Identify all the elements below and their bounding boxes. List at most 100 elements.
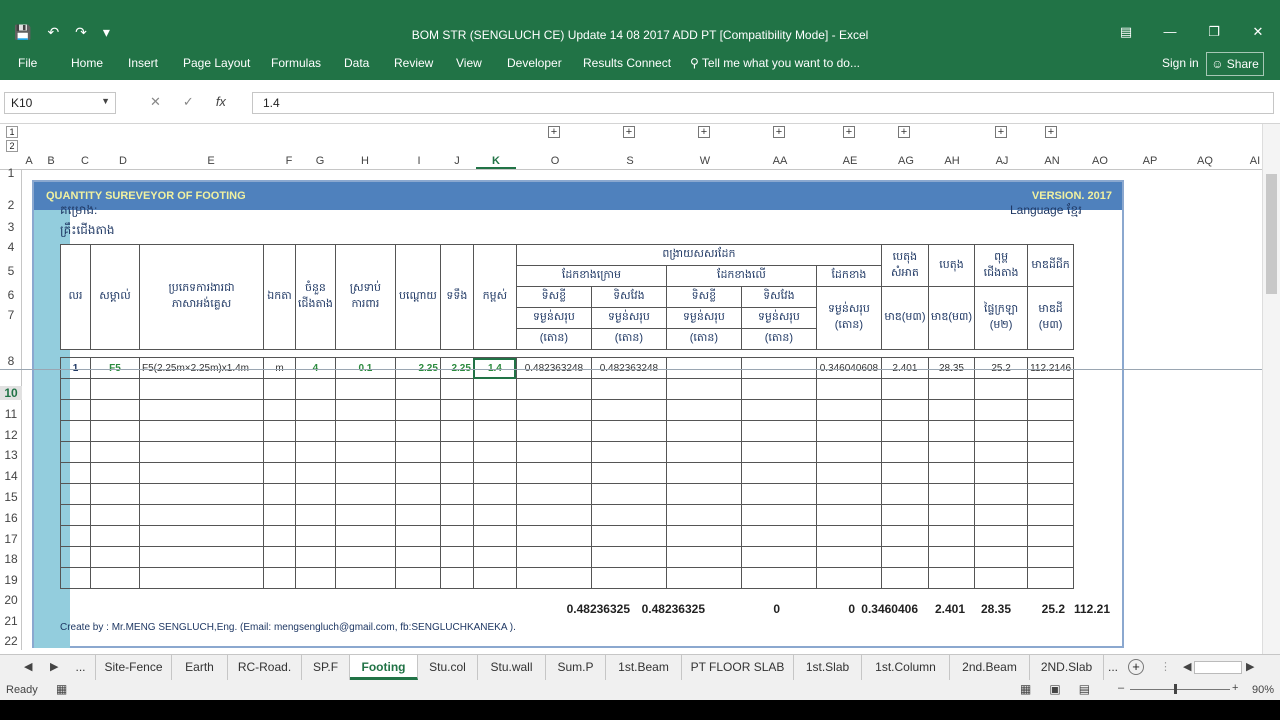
total-soil[interactable]: 112.21	[1045, 602, 1110, 616]
column-header[interactable]: AG	[896, 155, 916, 167]
sheet-tab[interactable]: RC-Road.	[228, 655, 302, 680]
table-row[interactable]	[60, 546, 1075, 568]
table-row[interactable]	[60, 525, 1075, 547]
expand-group-icon[interactable]: +	[898, 126, 910, 138]
expand-group-icon[interactable]: +	[1045, 126, 1057, 138]
column-header[interactable]: AA	[770, 155, 790, 167]
cell-no[interactable]: 1	[60, 357, 91, 379]
sign-in-link[interactable]: Sign in	[1162, 56, 1199, 70]
outline-level-1[interactable]: 1	[6, 126, 18, 138]
table-row[interactable]	[60, 483, 1075, 505]
tab-results-connect[interactable]: Results Connect	[583, 56, 671, 70]
table-row[interactable]	[60, 567, 1075, 589]
column-header-active[interactable]: K	[476, 155, 516, 169]
sheet-tab[interactable]: 1st.Beam	[606, 655, 682, 680]
table-row[interactable]	[60, 441, 1075, 463]
sheet-tab[interactable]: Sum.P	[546, 655, 606, 680]
tab-formulas[interactable]: Formulas	[271, 56, 321, 70]
tab-insert[interactable]: Insert	[128, 56, 158, 70]
chevron-down-icon[interactable]: ▼	[101, 96, 110, 106]
column-header[interactable]: A	[24, 155, 34, 167]
column-header[interactable]: D	[116, 155, 130, 167]
column-header[interactable]: AJ	[992, 155, 1012, 167]
sheet-tab[interactable]: 1st.Column	[862, 655, 950, 680]
cell-bottom-short[interactable]: 0.482363248	[515, 357, 592, 379]
cell-width[interactable]: 2.25	[439, 357, 474, 379]
expand-group-icon[interactable]: +	[698, 126, 710, 138]
sheet-tab-more[interactable]: ...	[1104, 655, 1122, 680]
cell-length[interactable]: 2.25	[394, 357, 441, 379]
sheet-tab[interactable]: 2ND.Slab	[1030, 655, 1104, 680]
zoom-out-icon[interactable]: –	[1118, 682, 1124, 694]
table-row[interactable]	[60, 420, 1075, 442]
vertical-scrollbar[interactable]	[1262, 124, 1280, 654]
hscroll-left-icon[interactable]: ◀	[1183, 660, 1191, 673]
column-header[interactable]: AO	[1090, 155, 1110, 167]
enter-icon[interactable]: ✓	[183, 94, 194, 110]
column-header[interactable]: AP	[1140, 155, 1160, 167]
zoom-level[interactable]: 90%	[1252, 684, 1274, 696]
sheet-tab[interactable]: PT FLOOR SLAB	[682, 655, 794, 680]
macro-record-icon[interactable]: ▦	[56, 682, 67, 696]
language-selector[interactable]: Language ខ្មែរ	[1010, 202, 1082, 220]
row-header[interactable]: 15	[0, 490, 22, 504]
row-header[interactable]: 17	[0, 532, 22, 546]
cancel-icon[interactable]: ✕	[150, 94, 161, 110]
worksheet[interactable]: QUANTITY SUREVEYOR OF FOOTING VERSION. 2…	[22, 170, 1262, 650]
row-header[interactable]: 18	[0, 552, 22, 566]
share-button[interactable]: ☺ Share	[1206, 52, 1264, 76]
sheet-tab[interactable]: SP.F	[302, 655, 350, 680]
row-header[interactable]: 5	[0, 264, 22, 278]
cell-unit[interactable]: m	[263, 357, 296, 379]
expand-group-icon[interactable]: +	[773, 126, 785, 138]
column-header[interactable]: AI	[1248, 155, 1262, 167]
insert-function-icon[interactable]: fx	[216, 94, 226, 110]
outline-level-2[interactable]: 2	[6, 140, 18, 152]
row-header[interactable]: 22	[0, 634, 22, 648]
ribbon-display-icon[interactable]: ▤	[1104, 24, 1148, 40]
column-header[interactable]: S	[623, 155, 637, 167]
tell-me-search[interactable]: ⚲ Tell me what you want to do...	[690, 56, 860, 70]
hscroll-right-icon[interactable]: ▶	[1246, 660, 1254, 673]
tab-home[interactable]: Home	[71, 56, 103, 70]
row-header[interactable]: 6	[0, 288, 22, 302]
column-header[interactable]: G	[313, 155, 327, 167]
cell-height-selected[interactable]: 1.4	[472, 357, 517, 379]
expand-group-icon[interactable]: +	[548, 126, 560, 138]
sheet-tab[interactable]: 1st.Slab	[794, 655, 862, 680]
row-header[interactable]: 13	[0, 448, 22, 462]
cell-top-long[interactable]	[740, 357, 817, 379]
column-header[interactable]: H	[358, 155, 372, 167]
column-header[interactable]: W	[698, 155, 712, 167]
expand-group-icon[interactable]: +	[843, 126, 855, 138]
cell-side[interactable]: 0.346040608	[815, 357, 882, 379]
tab-scroll-right-icon[interactable]: ▶	[50, 660, 58, 673]
column-header[interactable]: B	[44, 155, 58, 167]
sheet-tab-active[interactable]: Footing	[350, 655, 418, 680]
sheet-tab[interactable]: Stu.col	[418, 655, 478, 680]
tab-page-layout[interactable]: Page Layout	[183, 56, 250, 70]
horizontal-scrollbar[interactable]	[1194, 661, 1242, 674]
row-header[interactable]: 11	[0, 407, 22, 421]
tab-file[interactable]: File	[18, 56, 37, 70]
cell-thickness[interactable]: 0.1	[334, 357, 396, 379]
name-box[interactable]: K10 ▼	[4, 92, 116, 114]
row-header[interactable]: 8	[0, 354, 22, 368]
column-header[interactable]: AQ	[1195, 155, 1215, 167]
row-header[interactable]: 12	[0, 428, 22, 442]
sheet-tab-more[interactable]: ...	[66, 655, 96, 680]
cell-concrete[interactable]: 2.401	[880, 357, 929, 379]
column-header[interactable]: AE	[840, 155, 860, 167]
row-header[interactable]: 20	[0, 593, 22, 607]
tab-developer[interactable]: Developer	[507, 56, 562, 70]
zoom-slider[interactable]	[1130, 689, 1230, 690]
column-header[interactable]: F	[282, 155, 296, 167]
normal-view-icon[interactable]: ▦	[1020, 682, 1031, 696]
column-header[interactable]: J	[452, 155, 462, 167]
column-header[interactable]: C	[78, 155, 92, 167]
cell-count[interactable]: 4	[295, 357, 336, 379]
column-header[interactable]: I	[414, 155, 424, 167]
column-header[interactable]: E	[204, 155, 218, 167]
table-row[interactable]: 1 F5 F5(2.25m×2.25m)x1.4m m 4 0.1 2.25 2…	[60, 357, 1075, 379]
tab-view[interactable]: View	[456, 56, 482, 70]
